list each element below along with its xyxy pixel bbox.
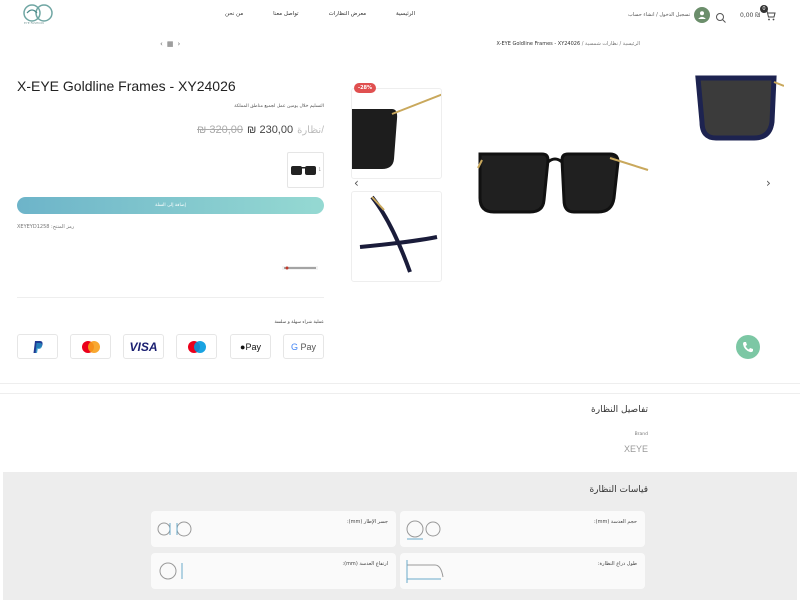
site-header: EYE FASHION 0,00 ₪ 0 تسجيل الدخول / انشا… <box>0 0 800 30</box>
sale-badge: -28% <box>354 83 377 93</box>
price-current: 230,00 ₪ <box>247 124 294 136</box>
sunglasses-image <box>477 152 649 214</box>
brand-logo[interactable] <box>280 260 320 274</box>
product-thumb-image <box>352 93 441 169</box>
payment-visa: VISA <box>123 334 164 359</box>
sku-row: رمز المنتج: XEYEYD1258 <box>17 224 74 230</box>
details-title: تفاصيل النظارة <box>591 405 648 415</box>
sku-label: رمز المنتج: <box>51 224 75 230</box>
breadcrumb-separator: / <box>580 41 584 47</box>
breadcrumb-home[interactable]: الرئيسية <box>623 41 640 47</box>
account-link[interactable]: تسجيل الدخول / انشاء حساب <box>628 7 711 23</box>
nav-item-contact[interactable]: تواصل معنا <box>273 11 298 17</box>
avatar <box>694 7 711 23</box>
add-to-cart-button[interactable]: إضافة إلى السلة <box>17 197 324 214</box>
swatch-glasses-icon <box>291 166 316 175</box>
measurement-card-lens-width: حجم العدسة (mm): <box>400 511 645 547</box>
measurement-card-lens-height: ارتفاع العدسة (mm): <box>151 553 396 589</box>
call-button[interactable] <box>736 335 760 359</box>
sku-value: XEYEYD1258 <box>17 224 50 230</box>
search-button[interactable] <box>715 9 727 23</box>
product-title: X-EYE Goldline Frames - XY24026 <box>17 78 236 94</box>
payment-applepay: ●Pay <box>230 334 271 359</box>
payment-maestro <box>176 334 217 359</box>
main-nav: الرئيسية معرض النظارات تواصل معنا من نحن <box>225 11 415 17</box>
measurements-title: قياسات النظارة <box>589 485 648 495</box>
brand-logo-image <box>282 266 318 270</box>
payment-mastercard <box>70 334 111 359</box>
section-divider <box>0 393 800 394</box>
measurement-card-bridge: جسر الإطار (mm): <box>151 511 396 547</box>
maestro-icon <box>187 340 206 353</box>
cart-button[interactable]: 0,00 ₪ 0 <box>740 5 776 21</box>
measurement-label: ارتفاع العدسة (mm): <box>342 561 388 567</box>
gallery-prev-icon[interactable]: ‹ <box>354 176 359 190</box>
temple-length-icon <box>405 557 445 589</box>
nav-item-about[interactable]: من نحن <box>225 11 243 17</box>
nav-item-gallery[interactable]: معرض النظارات <box>329 11 366 17</box>
paypal-icon <box>33 340 43 353</box>
logo-text: EYE FASHION <box>24 21 44 25</box>
price-block: /نظارة 230,00 ₪ 320,00 ₪ <box>197 124 324 136</box>
apple-pay-icon: ●Pay <box>240 341 261 352</box>
sunglasses-preview-image <box>695 75 785 141</box>
nav-item-home[interactable]: الرئيسية <box>396 11 415 17</box>
divider <box>17 297 324 298</box>
payment-googlepay: G Pay <box>283 334 324 359</box>
swatch-count: 1 <box>318 167 321 172</box>
price-unit: /نظارة <box>297 125 324 136</box>
product-main-image[interactable] <box>470 140 650 224</box>
product-navigation: ‹ ▦ › <box>160 40 180 48</box>
payment-label: عملية شراء سهلة و سلسة <box>274 320 325 325</box>
bridge-width-icon <box>156 515 192 547</box>
lens-width-icon <box>405 515 441 547</box>
account-label: تسجيل الدخول / انشاء حساب <box>628 12 691 18</box>
cart-count-badge: 0 <box>760 5 768 13</box>
gallery-thumb-2[interactable] <box>351 191 442 282</box>
mastercard-icon <box>81 340 100 353</box>
shipping-note: التسليم خلال يومين عمل لجميع مناطق الممل… <box>234 104 324 109</box>
visa-icon: VISA <box>129 339 158 354</box>
measurement-card-temple-length: طول ذراع النظارة: <box>400 553 645 589</box>
gallery-thumb-1[interactable] <box>351 88 442 179</box>
google-pay-icon: G Pay <box>290 341 317 352</box>
user-icon <box>698 11 706 19</box>
variant-swatch[interactable]: 1 <box>287 152 324 188</box>
measurement-label: جسر الإطار (mm): <box>347 519 388 525</box>
payment-paypal <box>17 334 58 359</box>
cart-amount: 0,00 ₪ <box>740 11 760 19</box>
next-product-icon[interactable]: › <box>177 40 180 48</box>
breadcrumb-current: X-EYE Goldline Frames - XY24026 <box>496 41 581 47</box>
price-original: 320,00 ₪ <box>196 124 244 136</box>
product-next-image[interactable] <box>694 72 785 146</box>
breadcrumb: الرئيسية / نظارات شمسية / X-EYE Goldline… <box>497 41 640 47</box>
lens-height-icon <box>156 557 192 589</box>
brand-label: Brand <box>634 432 648 437</box>
product-thumb-image <box>359 195 438 273</box>
breadcrumb-category[interactable]: نظارات شمسية <box>585 41 618 47</box>
measurement-label: حجم العدسة (mm): <box>594 519 637 525</box>
prev-product-icon[interactable]: ‹ <box>160 40 163 48</box>
breadcrumb-separator: / <box>617 41 622 47</box>
gallery-next-icon[interactable]: › <box>766 176 771 190</box>
grid-icon[interactable]: ▦ <box>167 40 174 48</box>
search-icon <box>716 13 726 23</box>
brand-value: XEYE <box>623 444 648 454</box>
phone-icon <box>743 342 753 353</box>
section-divider <box>0 383 800 384</box>
measurement-label: طول ذراع النظارة: <box>597 561 637 567</box>
